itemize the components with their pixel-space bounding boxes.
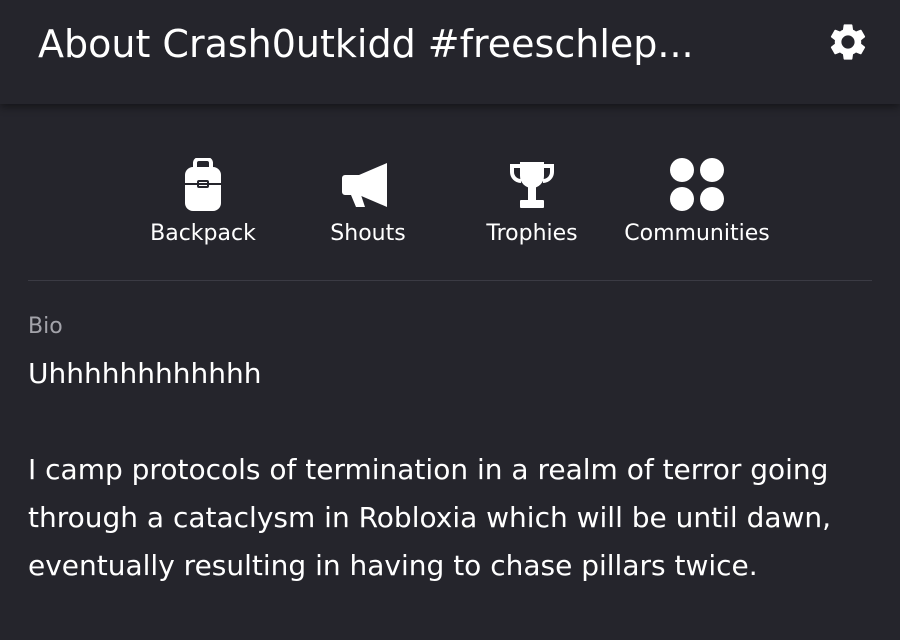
nav-label-shouts: Shouts (330, 221, 406, 246)
app-header: About Crash0utkidd #freeschlep... (0, 0, 900, 104)
nav-item-backpack[interactable]: Backpack (123, 156, 283, 256)
section-divider (28, 280, 872, 281)
nav-item-trophies[interactable]: Trophies (452, 156, 612, 256)
nav-label-backpack: Backpack (150, 221, 256, 246)
nav-label-trophies: Trophies (486, 221, 578, 246)
profile-about-content: Backpack Shouts Trophies Communities Bio… (0, 104, 900, 640)
nav-label-communities: Communities (624, 221, 770, 246)
trophy-icon (510, 162, 554, 208)
profile-nav: Backpack Shouts Trophies Communities (0, 156, 900, 256)
megaphone-icon (342, 163, 387, 207)
bio-label: Bio (28, 314, 63, 339)
nav-item-shouts[interactable]: Shouts (288, 156, 448, 256)
communities-icon (670, 158, 724, 211)
backpack-icon (185, 158, 221, 211)
gear-icon (830, 24, 866, 60)
bio-text: Uhhhhhhhhhhhh I camp protocols of termin… (28, 357, 832, 582)
settings-button[interactable] (824, 18, 872, 66)
nav-item-communities[interactable]: Communities (617, 156, 777, 256)
page-title: About Crash0utkidd #freeschlep... (38, 22, 694, 66)
